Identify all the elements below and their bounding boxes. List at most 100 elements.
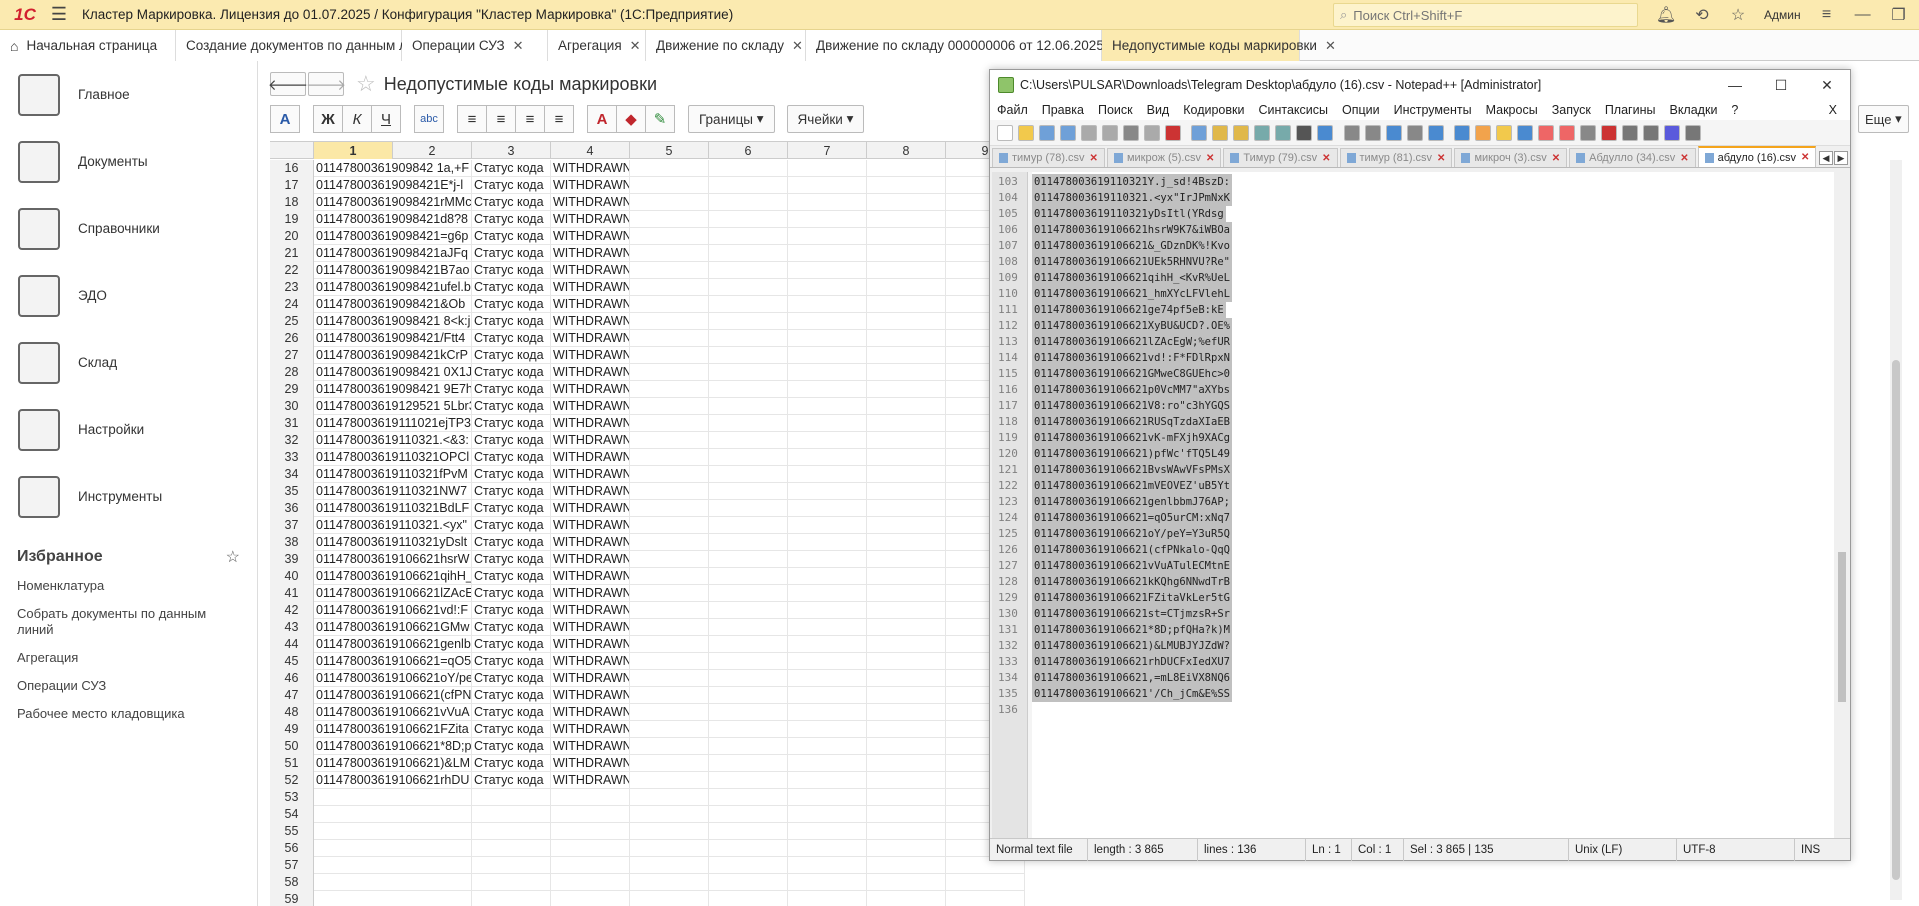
line-text[interactable]: 011478003619106621_hmXYcLFVlehL (1032, 286, 1232, 302)
column-header[interactable]: 1 (314, 142, 393, 159)
line-text[interactable]: 011478003619106621V8:ro"c3hYGQS (1032, 398, 1232, 414)
cell-code[interactable] (314, 806, 472, 823)
row-header[interactable]: 51 (270, 755, 314, 772)
line-text[interactable]: 011478003619106621BvsWAwVFsPMsX (1032, 462, 1232, 478)
line-text[interactable]: 011478003619106621vd!:F*FDlRpxN (1032, 350, 1232, 366)
cell-empty[interactable] (867, 534, 946, 551)
cell-empty[interactable] (630, 279, 709, 296)
cell-empty[interactable] (788, 534, 867, 551)
favorites-star-icon[interactable]: ☆ (226, 547, 240, 567)
cell-code[interactable]: 011478003619106621GMw (314, 619, 472, 636)
cell-empty[interactable] (788, 517, 867, 534)
line-text[interactable]: 011478003619106621,=mL8EiVX8NQ6 (1032, 670, 1232, 686)
cell-empty[interactable] (709, 874, 788, 891)
toolbar-icon[interactable] (1038, 124, 1055, 141)
notepad-menu-8[interactable]: Макросы (1479, 103, 1545, 117)
cell-empty[interactable] (867, 874, 946, 891)
cell-empty[interactable] (867, 177, 946, 194)
column-header[interactable]: 8 (867, 142, 946, 159)
cell-code[interactable]: 011478003619098421kCrP (314, 347, 472, 364)
cell-empty[interactable] (709, 296, 788, 313)
cell-empty[interactable] (709, 772, 788, 789)
row-header[interactable]: 49 (270, 721, 314, 738)
cell-empty[interactable] (709, 194, 788, 211)
cell-code[interactable]: 011478003619110321yDslt (314, 534, 472, 551)
cell-code[interactable]: 011478003619106621)&LM (314, 755, 472, 772)
notepad-tab-5[interactable]: Абдулло (34).csv ✕ (1569, 148, 1696, 167)
cell-status[interactable] (472, 857, 551, 874)
row-header[interactable]: 36 (270, 500, 314, 517)
cell-empty[interactable] (709, 228, 788, 245)
tab-4[interactable]: Движение по складу ✕ (646, 30, 806, 61)
cell-status[interactable]: Статус кода (472, 483, 551, 500)
cell-empty[interactable] (788, 194, 867, 211)
cell-empty[interactable] (630, 551, 709, 568)
cell-empty[interactable] (630, 670, 709, 687)
cell-state[interactable]: WITHDRAWN (551, 296, 630, 313)
cell-empty[interactable] (867, 347, 946, 364)
cell-empty[interactable] (630, 160, 709, 177)
row-header[interactable]: 56 (270, 840, 314, 857)
cell-code[interactable]: 011478003619098421 0X1J (314, 364, 472, 381)
cell-state[interactable]: WITHDRAWN (551, 636, 630, 653)
notepad-minimize-icon[interactable]: — (1712, 70, 1758, 100)
cell-empty[interactable] (867, 738, 946, 755)
notepad-editor[interactable]: 103 011478003619110321Y.j_sd!4BszD: 104 011… (992, 172, 1834, 838)
cell-state[interactable]: WITHDRAWN (551, 245, 630, 262)
notepad-menu-1[interactable]: Правка (1035, 103, 1091, 117)
cell-status[interactable]: Статус кода (472, 415, 551, 432)
cell-empty[interactable] (630, 755, 709, 772)
minimize-icon[interactable]: — (1845, 0, 1881, 30)
cell-empty[interactable] (709, 636, 788, 653)
row-header[interactable]: 22 (270, 262, 314, 279)
cell-state[interactable]: WITHDRAWN (551, 483, 630, 500)
tab-3[interactable]: Агрегация ✕ (548, 30, 646, 61)
cell-empty[interactable] (630, 381, 709, 398)
line-text[interactable]: 011478003619106621&_GDznDK%!Kvo (1032, 238, 1232, 254)
favorite-link-4[interactable]: Рабочее место кладовщика (0, 700, 257, 728)
cell-code[interactable]: 011478003619098421E*j-l (314, 177, 472, 194)
line-text[interactable]: 011478003619106621oY/peY=Y3uR5Q (1032, 526, 1232, 542)
cell-status[interactable]: Статус кода (472, 211, 551, 228)
cell-empty[interactable] (867, 823, 946, 840)
row-header[interactable]: 16 (270, 160, 314, 177)
cell-empty[interactable] (788, 381, 867, 398)
row-header[interactable]: 58 (270, 874, 314, 891)
cell-empty[interactable] (630, 364, 709, 381)
cell-state[interactable]: WITHDRAWN (551, 670, 630, 687)
toolbar-icon[interactable] (1233, 124, 1249, 141)
cell-code[interactable]: 011478003619106621vd!:F (314, 602, 472, 619)
cell-code[interactable]: 011478003619098421=g6p (314, 228, 472, 245)
cell-empty[interactable] (867, 500, 946, 517)
cell-status[interactable]: Статус кода (472, 160, 551, 177)
toolbar-icon[interactable] (1343, 124, 1360, 141)
cell-code[interactable]: 01147800361909842 1a,+F (314, 160, 472, 177)
cell-empty[interactable] (946, 891, 1025, 906)
cell-status[interactable]: Статус кода (472, 432, 551, 449)
cell-state[interactable] (551, 857, 630, 874)
cell-empty[interactable] (867, 483, 946, 500)
cell-status[interactable]: Статус кода (472, 381, 551, 398)
notepad-tab-3[interactable]: тимур (81).csv ✕ (1339, 148, 1453, 167)
line-text[interactable]: 011478003619106621rhDUCFxIedXU7 (1032, 654, 1232, 670)
tab-close-icon[interactable]: ✕ (1680, 153, 1688, 164)
fill-color-icon[interactable]: ◆ (616, 105, 646, 133)
user-name[interactable]: Админ (1756, 8, 1809, 22)
toolbar-icon[interactable] (1406, 124, 1423, 141)
cell-empty[interactable] (946, 874, 1025, 891)
cell-empty[interactable] (788, 874, 867, 891)
cell-status[interactable]: Статус кода (472, 347, 551, 364)
cell-code[interactable]: 011478003619106621rhDU (314, 772, 472, 789)
column-header[interactable]: 5 (630, 142, 709, 159)
cell-empty[interactable] (867, 602, 946, 619)
cell-code[interactable]: 011478003619110321fPvM (314, 466, 472, 483)
cell-state[interactable]: WITHDRAWN (551, 160, 630, 177)
line-text[interactable]: 011478003619106621mVEOVEZ'uB5Yt (1032, 478, 1232, 494)
cell-empty[interactable] (788, 177, 867, 194)
cell-state[interactable]: WITHDRAWN (551, 381, 630, 398)
cell-status[interactable]: Статус кода (472, 755, 551, 772)
cell-empty[interactable] (788, 228, 867, 245)
sidebar-item-0[interactable]: Главное (0, 61, 257, 128)
align-right-icon[interactable]: ≡ (515, 105, 545, 133)
cell-empty[interactable] (709, 704, 788, 721)
